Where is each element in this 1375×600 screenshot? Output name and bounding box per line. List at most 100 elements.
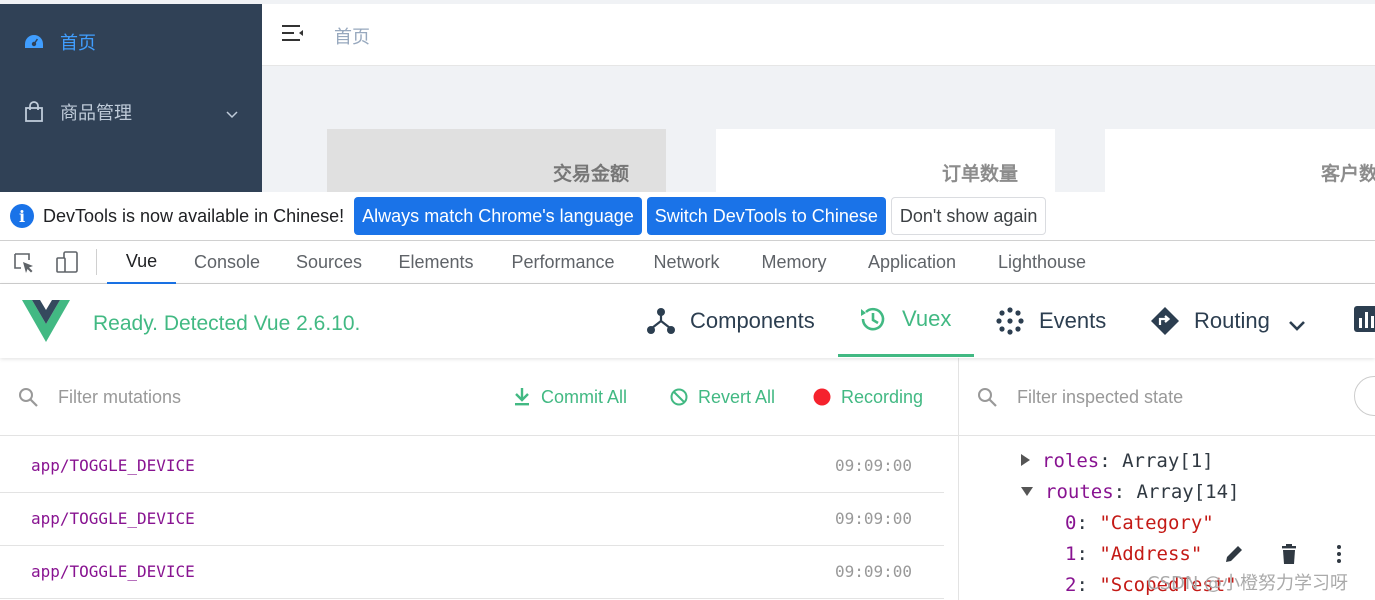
stat-card-orders[interactable]: 订单数量	[716, 129, 1055, 192]
routing-icon	[1150, 306, 1180, 336]
shopping-bag-icon	[24, 101, 44, 122]
tab-memory[interactable]: Memory	[751, 241, 837, 284]
delete-trash-icon[interactable]	[1278, 543, 1300, 565]
mutation-time: 09:09:00	[834, 509, 912, 528]
history-icon	[858, 304, 888, 334]
vue-logo-icon	[22, 300, 70, 342]
filter-state-input[interactable]	[1017, 384, 1317, 410]
route-item[interactable]: 1: "Address"	[1065, 543, 1202, 565]
info-icon: i	[10, 204, 34, 228]
chevron-down-icon	[226, 106, 238, 119]
csdn-watermark: CSDN @小橙努力学习呀	[1147, 573, 1349, 594]
infobar-message: DevTools is now available in Chinese!	[43, 205, 345, 226]
stat-card-amount[interactable]: 交易金额	[327, 129, 666, 192]
search-icon	[17, 386, 39, 408]
always-match-language-button[interactable]: Always match Chrome's language	[354, 197, 642, 235]
vuex-mutations-pane: Commit All Revert All Recording app/TOGG…	[0, 358, 958, 600]
block-icon	[669, 387, 689, 407]
breadcrumb[interactable]: 首页	[334, 23, 370, 49]
route-value: "Address"	[1099, 543, 1203, 565]
tab-label: Vuex	[902, 306, 952, 331]
expand-arrow-icon[interactable]	[1021, 454, 1030, 466]
commit-all-label: Commit All	[541, 386, 628, 407]
collapse-arrow-icon[interactable]	[1021, 487, 1033, 496]
revert-all-button[interactable]: Revert All	[669, 384, 775, 410]
state-toolbar	[959, 358, 1375, 436]
devtools-tab-bar: Vue Console Sources Elements Performance…	[0, 241, 1375, 284]
mutation-name: app/TOGGLE_DEVICE	[31, 456, 195, 475]
route-index: 2	[1065, 574, 1077, 596]
state-value: Array[14]	[1136, 481, 1240, 503]
tab-performance[interactable]: Performance	[503, 241, 623, 284]
card-label: 订单数量	[942, 163, 1019, 185]
devtools-language-infobar: i DevTools is now available in Chinese! …	[0, 192, 1375, 241]
device-toolbar-icon[interactable]	[55, 250, 79, 274]
state-key: routes	[1045, 481, 1114, 503]
sidebar: 首页 商品管理	[0, 4, 262, 192]
tab-lighthouse[interactable]: Lighthouse	[988, 241, 1096, 284]
tab-label: Events	[1039, 307, 1107, 333]
revert-all-label: Revert All	[698, 386, 776, 407]
performance-chart-icon[interactable]	[1354, 306, 1375, 336]
search-icon	[976, 386, 998, 408]
card-label: 交易金额	[553, 163, 630, 185]
app-viewport: 首页 商品管理 首页 交易金额 订单数量 客户数	[0, 0, 1375, 192]
tab-events[interactable]: Events	[995, 284, 1106, 357]
tab-label: Components	[690, 307, 815, 333]
commit-all-button[interactable]: Commit All	[512, 384, 627, 410]
tab-label: Routing	[1194, 307, 1270, 333]
mutation-time: 09:09:00	[834, 456, 912, 475]
state-value: Array[1]	[1122, 450, 1214, 472]
recording-label: Recording	[841, 386, 924, 407]
tab-sources[interactable]: Sources	[287, 241, 371, 284]
tab-network[interactable]: Network	[643, 241, 730, 284]
navbar: 首页	[262, 4, 1375, 66]
switch-to-chinese-button[interactable]: Switch DevTools to Chinese	[646, 197, 886, 235]
sidebar-item-label: 商品管理	[60, 103, 132, 124]
chevron-down-icon[interactable]	[1288, 312, 1306, 331]
route-index: 1	[1065, 543, 1077, 565]
download-icon	[512, 387, 532, 407]
tab-application[interactable]: Application	[856, 241, 968, 284]
state-row-roles[interactable]: roles: Array[1]	[1021, 450, 1214, 472]
hamburger-icon[interactable]	[282, 24, 304, 42]
stat-card-customers[interactable]: 客户数	[1105, 129, 1375, 192]
mutation-row[interactable]: app/TOGGLE_DEVICE 09:09:00	[0, 546, 944, 599]
filter-mutations-input[interactable]	[58, 384, 358, 410]
sidebar-item-home[interactable]: 首页	[0, 14, 262, 70]
dashboard-icon	[24, 32, 44, 52]
vue-devtools-header: Ready. Detected Vue 2.6.10. Components V…	[0, 284, 1375, 358]
mutation-row[interactable]: app/TOGGLE_DEVICE 09:09:00	[0, 440, 944, 493]
recording-toggle[interactable]: Recording	[812, 384, 923, 410]
route-value: "Category"	[1099, 512, 1214, 534]
mutations-toolbar: Commit All Revert All Recording	[0, 358, 958, 436]
sidebar-item-label: 首页	[60, 33, 96, 54]
sidebar-item-goods[interactable]: 商品管理	[0, 84, 262, 140]
tab-elements[interactable]: Elements	[390, 241, 482, 284]
card-label: 客户数	[1321, 163, 1375, 185]
tab-vue[interactable]: Vue	[107, 241, 176, 284]
options-circle-button[interactable]	[1354, 376, 1375, 416]
inspect-element-icon[interactable]	[12, 251, 36, 275]
row-actions	[1210, 543, 1341, 567]
route-item[interactable]: 0: "Category"	[1065, 512, 1214, 534]
vue-detected-status: Ready. Detected Vue 2.6.10.	[93, 312, 361, 335]
mutations-list: app/TOGGLE_DEVICE 09:09:00 app/TOGGLE_DE…	[0, 440, 944, 599]
tab-console[interactable]: Console	[186, 241, 268, 284]
edit-pencil-icon[interactable]	[1223, 543, 1245, 565]
dont-show-again-button[interactable]: Don't show again	[890, 197, 1047, 235]
events-icon	[995, 306, 1025, 336]
mutation-row[interactable]: app/TOGGLE_DEVICE 09:09:00	[0, 493, 944, 546]
mutation-time: 09:09:00	[834, 562, 912, 581]
components-icon	[646, 306, 676, 336]
mutation-name: app/TOGGLE_DEVICE	[31, 509, 195, 528]
state-key: roles	[1042, 450, 1100, 472]
tab-components[interactable]: Components	[646, 284, 815, 357]
state-row-routes[interactable]: routes: Array[14]	[1021, 481, 1239, 503]
mutation-name: app/TOGGLE_DEVICE	[31, 562, 195, 581]
tab-routing[interactable]: Routing	[1150, 284, 1306, 357]
tab-vuex[interactable]: Vuex	[838, 284, 974, 357]
tab-separator	[96, 249, 97, 275]
route-index: 0	[1065, 512, 1077, 534]
more-vertical-icon[interactable]	[1328, 543, 1350, 565]
